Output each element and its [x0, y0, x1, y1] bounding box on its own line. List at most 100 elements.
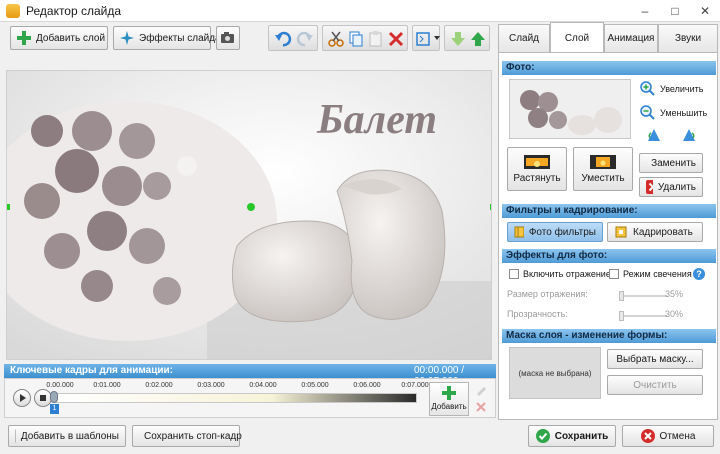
add-layer-label: Добавить слой [36, 32, 106, 44]
tick-label: 0:03.000 [197, 382, 225, 389]
tab-animation[interactable]: Анимация [604, 24, 658, 52]
replace-label: Заменить [651, 157, 696, 169]
stretch-button[interactable]: Растянуть [507, 147, 567, 191]
slider-track[interactable] [619, 315, 667, 317]
glow-checkbox[interactable]: Режим свечения [609, 269, 692, 279]
play-button[interactable] [13, 389, 31, 407]
move-down-icon[interactable] [449, 30, 467, 48]
properties-panel: Слайд Слой Анимация Звуки Фото: Увеличит… [498, 22, 718, 420]
slider-track[interactable] [619, 295, 667, 297]
slide-effects-button[interactable]: Эффекты слайда [113, 26, 221, 50]
effects-section-header: Эффекты для фото: [502, 249, 716, 263]
keyframe-timeline: 0.00.000 0:01.000 0:02.000 0:03.000 0:04… [4, 378, 496, 418]
choose-mask-button[interactable]: Выбрать маску... [607, 349, 703, 369]
filter-icon [514, 226, 524, 238]
photo-thumbnail [509, 79, 631, 139]
tab-layer[interactable]: Слой [550, 22, 604, 53]
help-icon[interactable]: ? [693, 268, 705, 280]
add-keyframe-button[interactable]: Добавить [429, 382, 469, 416]
photo-filters-label: Фото фильтры [528, 226, 596, 238]
rotate-left-icon[interactable] [646, 127, 662, 143]
fit-button[interactable]: Уместить [573, 147, 633, 191]
delete-icon [646, 180, 653, 194]
keyframe-marker[interactable] [50, 391, 58, 403]
redo-icon[interactable] [296, 30, 314, 48]
fit-icon [590, 154, 616, 169]
add-icon [442, 386, 456, 400]
delete-icon[interactable] [387, 30, 405, 48]
zoom-out-label: Уменьшить [660, 108, 708, 118]
reflection-checkbox-box[interactable] [509, 269, 519, 279]
add-icon [17, 31, 31, 45]
reflection-checkbox[interactable]: Включить отражение [509, 269, 611, 279]
fit-to-screen-icon[interactable] [415, 30, 433, 48]
cancel-label: Отмена [659, 430, 696, 442]
tick-label: 0:02.000 [145, 382, 173, 389]
minimize-button[interactable]: – [630, 0, 660, 22]
tick-label: 0:06.000 [353, 382, 381, 389]
tab-slide[interactable]: Слайд [498, 24, 550, 52]
zoom-in-label: Увеличить [660, 84, 704, 94]
timeline-track[interactable] [55, 393, 417, 403]
add-layer-button[interactable]: Добавить слой [10, 26, 108, 50]
play-icon [20, 394, 26, 402]
clear-mask-button[interactable]: Очистить [607, 375, 703, 395]
fit-label: Уместить [581, 172, 625, 184]
undo-icon[interactable] [274, 30, 292, 48]
slide-effects-label: Эффекты слайда [139, 32, 221, 44]
delete-keyframe-icon[interactable] [475, 401, 487, 413]
replace-button[interactable]: Заменить [639, 153, 703, 173]
slide-preview[interactable]: Балет [6, 70, 492, 360]
camera-icon [221, 32, 234, 43]
zoom-out-link[interactable]: Уменьшить [640, 105, 707, 121]
chevron-down-icon[interactable] [434, 36, 440, 40]
template-icon [15, 429, 16, 443]
photo-filters-button[interactable]: Фото фильтры [507, 222, 603, 242]
layer-panel: Фото: Увеличить Уменьшить Растянуть Умес… [498, 52, 718, 420]
maximize-button[interactable]: □ [660, 0, 690, 22]
title-bar: Редактор слайда – □ ✕ [0, 0, 720, 22]
add-to-templates-button[interactable]: Добавить в шаблоны [8, 425, 126, 447]
edit-keyframe-icon[interactable] [475, 384, 487, 396]
slideshow-button[interactable] [216, 26, 240, 50]
crop-label: Кадрировать [633, 226, 693, 238]
thumbnail-image [510, 80, 630, 138]
ballet-photo: Балет [7, 71, 491, 359]
photo-section-header: Фото: [502, 61, 716, 75]
reflection-size-slider[interactable]: Размер отражения: 35% [507, 289, 687, 303]
glow-checkbox-box[interactable] [609, 269, 619, 279]
paste-icon[interactable] [367, 30, 385, 48]
tick-label: 0:07.000 [401, 382, 429, 389]
crop-icon [615, 226, 627, 238]
zoom-out-icon [640, 105, 655, 120]
delete-button[interactable]: Удалить [639, 177, 703, 197]
app-icon [6, 4, 20, 18]
sparkle-icon [120, 31, 134, 45]
reflection-label: Включить отражение [523, 269, 611, 279]
history-group [268, 25, 318, 51]
save-label: Сохранить [554, 430, 609, 442]
slider-thumb[interactable] [619, 311, 624, 321]
filters-section-header: Фильтры и кадрирование: [502, 204, 716, 218]
save-frame-button[interactable]: Сохранить стоп-кадр [132, 425, 242, 447]
copy-icon[interactable] [347, 30, 365, 48]
transparency-slider[interactable]: Прозрачность: 30% [507, 309, 687, 323]
order-group [444, 25, 490, 51]
window-title: Редактор слайда [26, 4, 122, 18]
cut-icon[interactable] [327, 30, 345, 48]
close-button[interactable]: ✕ [690, 0, 720, 22]
tab-sounds[interactable]: Звуки [658, 24, 718, 52]
zoom-in-link[interactable]: Увеличить [640, 81, 703, 97]
tick-label: 0:04.000 [249, 382, 277, 389]
delete-label: Удалить [657, 181, 696, 193]
save-button[interactable]: Сохранить [528, 425, 616, 447]
cancel-button[interactable]: Отмена [622, 425, 714, 447]
transparency-label: Прозрачность: [507, 309, 568, 319]
rotate-right-icon[interactable] [681, 127, 697, 143]
cancel-icon [640, 429, 655, 443]
crop-button[interactable]: Кадрировать [607, 222, 703, 242]
move-up-icon[interactable] [469, 30, 487, 48]
save-frame-label: Сохранить стоп-кадр [144, 430, 242, 442]
tick-label: 0:05.000 [301, 382, 329, 389]
slider-thumb[interactable] [619, 291, 624, 301]
